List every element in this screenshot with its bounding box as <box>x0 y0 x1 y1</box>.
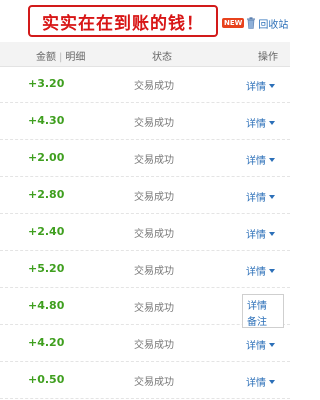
row-status: 交易成功 <box>134 303 174 314</box>
row-amount: +4.20 <box>28 336 65 349</box>
table-header: 金额 | 明细 状态 操作 <box>0 42 290 67</box>
detail-dropdown[interactable]: 详情 <box>246 226 275 241</box>
detail-dropdown[interactable]: 详情 <box>246 189 275 204</box>
caret-down-icon <box>269 120 275 125</box>
table-row: +4.20 交易成功 详情 <box>0 325 290 362</box>
recycle-bin-link[interactable]: NEW 回收站 <box>222 16 289 31</box>
caret-down-icon <box>269 379 275 384</box>
detail-label: 详情 <box>246 378 266 389</box>
detail-label: 详情 <box>246 82 266 93</box>
detail-label: 详情 <box>246 119 266 130</box>
detail-label: 详情 <box>246 341 266 352</box>
row-amount: +2.00 <box>28 151 65 164</box>
top-bar: 实实在在到账的钱！ NEW 回收站 <box>0 0 290 42</box>
row-status: 交易成功 <box>134 229 174 240</box>
table-row: +2.80 交易成功 详情 <box>0 177 290 214</box>
recycle-bin-label: 回收站 <box>258 19 289 31</box>
row-amount: +4.30 <box>28 114 65 127</box>
detail-dropdown[interactable]: 详情 <box>246 78 275 93</box>
detail-label: 详情 <box>246 267 266 278</box>
row-status: 交易成功 <box>134 266 174 277</box>
new-badge: NEW <box>222 18 245 28</box>
caret-down-icon <box>269 268 275 273</box>
table-row: +2.00 交易成功 详情 <box>0 140 290 177</box>
detail-dropdown[interactable]: 详情 <box>246 115 275 130</box>
row-status: 交易成功 <box>134 155 174 166</box>
detail-dropdown[interactable]: 详情 <box>246 374 275 389</box>
row-amount: +2.40 <box>28 225 65 238</box>
table-row: +4.30 交易成功 详情 <box>0 103 290 140</box>
detail-dropdown[interactable]: 详情 <box>246 152 275 167</box>
row-amount: +2.80 <box>28 188 65 201</box>
highlight-banner: 实实在在到账的钱！ <box>28 5 218 37</box>
table-row: +3.20 交易成功 详情 <box>0 66 290 103</box>
table-row: +2.40 交易成功 详情 <box>0 214 290 251</box>
dropdown-item-detail[interactable]: 详情 <box>247 297 267 312</box>
row-status: 交易成功 <box>134 81 174 92</box>
detail-label: 详情 <box>246 156 266 167</box>
row-status: 交易成功 <box>134 192 174 203</box>
row-amount: +0.50 <box>28 373 65 386</box>
caret-down-icon <box>269 194 275 199</box>
detail-dropdown-menu: 详情 备注 <box>242 294 284 328</box>
row-amount: +3.20 <box>28 77 65 90</box>
table-row: +0.50 交易成功 详情 <box>0 362 290 399</box>
row-amount: +4.80 <box>28 299 65 312</box>
caret-down-icon <box>269 342 275 347</box>
header-operation: 操作 <box>258 52 278 63</box>
row-status: 交易成功 <box>134 118 174 129</box>
detail-dropdown[interactable]: 详情 <box>246 263 275 278</box>
row-status: 交易成功 <box>134 340 174 351</box>
dropdown-item-note[interactable]: 备注 <box>247 313 267 328</box>
detail-label: 详情 <box>246 230 266 241</box>
row-amount: +5.20 <box>28 262 65 275</box>
trash-icon <box>247 17 256 29</box>
detail-dropdown[interactable]: 详情 <box>246 337 275 352</box>
header-amount-label: 金额 <box>36 52 56 63</box>
caret-down-icon <box>269 231 275 236</box>
header-status: 状态 <box>152 52 172 63</box>
header-amount: 金额 | 明细 <box>36 52 86 63</box>
header-detail-label: 明细 <box>65 52 86 63</box>
row-status: 交易成功 <box>134 377 174 388</box>
detail-label: 详情 <box>246 193 266 204</box>
table-row: +5.20 交易成功 详情 <box>0 251 290 288</box>
banner-text: 实实在在到账的钱！ <box>42 13 204 34</box>
caret-down-icon <box>269 83 275 88</box>
caret-down-icon <box>269 157 275 162</box>
